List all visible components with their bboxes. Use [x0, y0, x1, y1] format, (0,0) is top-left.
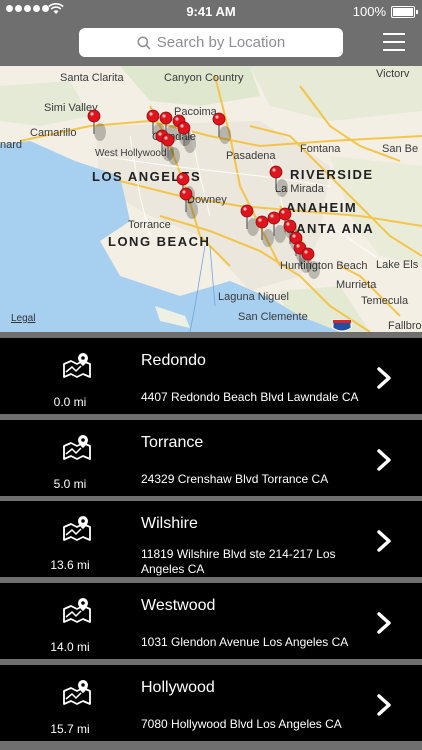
chevron-right-icon: [377, 449, 391, 471]
navigation-bar: Search by Location: [0, 22, 422, 66]
search-placeholder: Search by Location: [156, 34, 286, 51]
location-address: 4407 Redondo Beach Blvd Lawndale CA: [141, 390, 359, 404]
location-address: 11819 Wilshire Blvd ste 214-217 Los Ange…: [141, 547, 336, 576]
location-address: 7080 Hollywood Blvd Los Angeles CA: [141, 717, 342, 731]
map-label-lake-elsinore: Lake Els: [376, 259, 419, 271]
map-label-laguna-niguel: Laguna Niguel: [218, 291, 289, 303]
map-location-icon: [63, 352, 91, 378]
map-label-fallbrook: Fallbro: [388, 320, 422, 332]
search-input[interactable]: Search by Location: [79, 28, 343, 57]
location-row-wilshire[interactable]: 13.6 mi Wilshire 11819 Wilshire Blvd ste…: [0, 501, 422, 577]
battery-percentage: 100%: [352, 4, 386, 19]
location-name: Redondo: [141, 352, 206, 369]
map-label-torrance: Torrance: [128, 219, 171, 231]
map-label-fontana: Fontana: [300, 143, 341, 155]
map-label-camarillo: Camarillo: [30, 127, 76, 139]
map-label-murrieta: Murrieta: [336, 279, 377, 291]
map-label-riverside: RIVERSIDE: [290, 167, 374, 182]
map-view[interactable]: Santa Clarita Canyon Country Victorv Sim…: [0, 66, 422, 332]
map-location-icon: [63, 434, 91, 460]
search-icon: [137, 35, 151, 50]
battery-icon: [391, 6, 418, 18]
location-address: 1031 Glendon Avenue Los Angeles CA: [141, 635, 349, 649]
location-list: 0.0 mi Redondo 4407 Redondo Beach Blvd L…: [0, 332, 422, 750]
map-label-huntington-beach: Huntington Beach: [280, 260, 367, 272]
location-name: Torrance: [141, 434, 204, 451]
chevron-right-icon: [377, 530, 391, 552]
map-location-icon: [63, 597, 91, 623]
location-name: Hollywood: [141, 679, 215, 696]
location-distance: 13.6 mi: [50, 558, 90, 572]
hamburger-menu-icon[interactable]: [383, 33, 405, 51]
map-label-anaheim: ANAHEIM: [286, 200, 357, 215]
location-distance: 15.7 mi: [50, 722, 90, 736]
map-label-west-hollywood: West Hollywood: [95, 148, 167, 159]
map-label-canyon-country: Canyon Country: [164, 72, 244, 84]
map-label-san-clemente: San Clemente: [238, 311, 308, 323]
location-distance: 0.0 mi: [53, 395, 87, 409]
map-legal-link[interactable]: Legal: [11, 313, 35, 324]
map-label-long-beach: LONG BEACH: [108, 234, 210, 249]
location-row-torrance[interactable]: 5.0 mi Torrance 24329 Crenshaw Blvd Torr…: [0, 420, 422, 496]
map-label-pasadena: Pasadena: [226, 150, 276, 162]
chevron-right-icon: [377, 694, 391, 716]
status-bar: 9:41 AM 100%: [0, 0, 422, 22]
location-name: Wilshire: [141, 515, 198, 532]
map-label-temecula: Temecula: [361, 295, 409, 307]
map-label-victorville: Victorv: [376, 68, 410, 80]
map-label-oxnard: nard: [0, 139, 22, 151]
location-name: Westwood: [141, 597, 216, 614]
chevron-right-icon: [377, 367, 391, 389]
location-row-redondo[interactable]: 0.0 mi Redondo 4407 Redondo Beach Blvd L…: [0, 338, 422, 414]
location-address: 24329 Crenshaw Blvd Torrance CA: [141, 472, 329, 486]
chevron-right-icon: [377, 612, 391, 634]
location-row-westwood[interactable]: 14.0 mi Westwood 1031 Glendon Avenue Los…: [0, 583, 422, 659]
map-label-santa-clarita: Santa Clarita: [60, 72, 124, 84]
location-distance: 14.0 mi: [50, 640, 90, 654]
map-location-icon: [63, 515, 91, 541]
map-label-san-bernardino: San Be: [382, 143, 418, 155]
location-distance: 5.0 mi: [53, 477, 87, 491]
map-location-icon: [63, 679, 91, 705]
location-row-hollywood[interactable]: 15.7 mi Hollywood 7080 Hollywood Blvd Lo…: [0, 665, 422, 741]
interstate-shield-icon: [332, 319, 352, 332]
